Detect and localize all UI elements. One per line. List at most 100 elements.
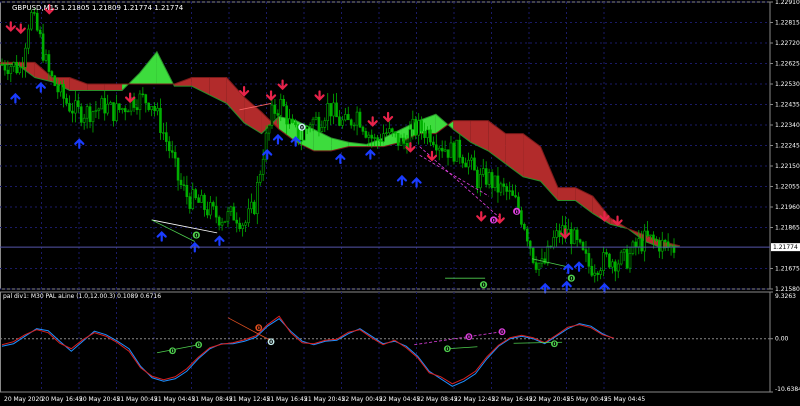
- candle-body: [203, 194, 206, 210]
- time-axis-label: 22 May 16:45: [492, 396, 533, 403]
- price-tick-label: 1.22530: [775, 81, 800, 88]
- candle-body: [508, 190, 511, 192]
- candle-body: [141, 93, 145, 96]
- candle-body: [115, 103, 118, 122]
- current-price-label: 1.21774: [773, 244, 798, 251]
- candle-body: [514, 195, 517, 198]
- candle-body: [153, 106, 156, 112]
- candle-body: [614, 261, 617, 272]
- candle-body: [35, 12, 39, 31]
- candle-body: [165, 132, 168, 142]
- candle-body: [523, 224, 526, 230]
- main-chart-title: GBPUSD,M15 1.21805 1.21809 1.21774 1.217…: [12, 4, 184, 12]
- candle-body: [68, 103, 71, 112]
- candle-body: [473, 157, 476, 171]
- indicator-divergence-marker-label: 0: [500, 329, 504, 336]
- price-axis: 1.22910 1.22815 1.22720 1.22625 1.22530 1.224…: [770, 0, 800, 293]
- candle-body: [38, 29, 42, 35]
- indicator-divergence-marker-label: 0: [170, 348, 174, 355]
- indicator-tick-label: 0.00: [775, 336, 789, 343]
- candle-body: [71, 110, 74, 114]
- candle-body: [373, 137, 376, 139]
- candle-body: [352, 124, 356, 127]
- divergence-marker-label: 0: [569, 276, 573, 283]
- time-axis-label: 20 May 2020: [4, 396, 43, 403]
- cloud-segment: [557, 187, 576, 201]
- candle-body: [320, 127, 324, 132]
- candle-body: [94, 110, 98, 113]
- indicator-divergence-marker-label: 0: [445, 346, 449, 353]
- candle-body: [658, 240, 661, 252]
- candle-body: [250, 201, 253, 210]
- candle-body: [490, 172, 494, 188]
- candle-body: [493, 175, 497, 188]
- candle-body: [467, 159, 470, 168]
- candle-body: [170, 150, 174, 153]
- candle-body: [27, 28, 30, 49]
- candle-body: [211, 202, 215, 207]
- candle-body: [367, 134, 371, 138]
- candle-body: [596, 272, 600, 275]
- candle-body: [179, 179, 183, 186]
- candle-body: [217, 216, 221, 226]
- candle-body: [138, 93, 142, 111]
- price-tick-label: 1.22055: [775, 184, 800, 191]
- candle-body: [220, 221, 224, 226]
- candle-body: [235, 219, 239, 224]
- candle-body: [223, 220, 227, 223]
- time-axis-label: 20 May 20:45: [79, 396, 120, 403]
- candle-body: [182, 184, 186, 186]
- candle-body: [458, 139, 462, 158]
- candle-body: [402, 137, 406, 144]
- candle-body: [109, 102, 112, 105]
- candle-body: [56, 85, 60, 93]
- candle-body: [326, 103, 330, 122]
- candle-body: [423, 130, 426, 138]
- price-tick-label: 1.22340: [775, 122, 800, 129]
- trading-chart[interactable]: 0 0 0 0 0 0 1.22910 1.22815 1.22720 1.22625 1.225…: [0, 0, 800, 406]
- candle-body: [256, 182, 259, 215]
- candle-body: [376, 137, 379, 141]
- candle-body: [611, 261, 614, 268]
- candle-body: [6, 69, 10, 74]
- cloud-segment: [87, 84, 105, 91]
- candle-body: [144, 94, 148, 104]
- candle-body: [640, 238, 644, 252]
- price-tick-label: 1.22150: [775, 163, 800, 170]
- candle-body: [147, 102, 151, 110]
- divergence-marker-label: 0: [300, 125, 304, 132]
- candle-body: [388, 128, 391, 134]
- time-axis-label: 21 May 20:45: [304, 396, 345, 403]
- candle-body: [65, 98, 68, 104]
- indicator-divergence-marker-label: 0: [269, 339, 273, 346]
- candle-body: [660, 239, 664, 252]
- candle-body: [370, 134, 374, 139]
- time-axis-label: 22 May 00:45: [342, 396, 383, 403]
- candle-body: [569, 228, 573, 245]
- candle-body: [432, 141, 435, 146]
- candle-body: [291, 118, 294, 123]
- time-axis-label: 22 May 20:45: [529, 396, 570, 403]
- candle-body: [399, 137, 403, 146]
- candle-body: [531, 247, 535, 263]
- candle-body: [162, 132, 165, 134]
- candle-body: [206, 209, 209, 216]
- candle-body: [79, 106, 83, 123]
- candle-body: [103, 98, 107, 114]
- candle-body: [461, 157, 465, 164]
- candle-body: [355, 111, 359, 126]
- divergence-marker-label: 0: [194, 233, 198, 240]
- candle-body: [30, 12, 33, 30]
- candle-body: [361, 126, 365, 132]
- price-tick-label: 1.22245: [775, 143, 800, 150]
- candle-body: [455, 139, 459, 162]
- price-tick-label: 1.21865: [775, 225, 800, 232]
- candle-body: [587, 253, 591, 267]
- candle-body: [452, 142, 456, 162]
- candle-body: [59, 84, 62, 93]
- divergence-marker-label: 0: [482, 282, 486, 289]
- indicator-divergence-marker-label: 0: [552, 341, 556, 348]
- candle-body: [643, 230, 646, 252]
- candle-body: [476, 169, 479, 189]
- candle-body: [258, 174, 262, 183]
